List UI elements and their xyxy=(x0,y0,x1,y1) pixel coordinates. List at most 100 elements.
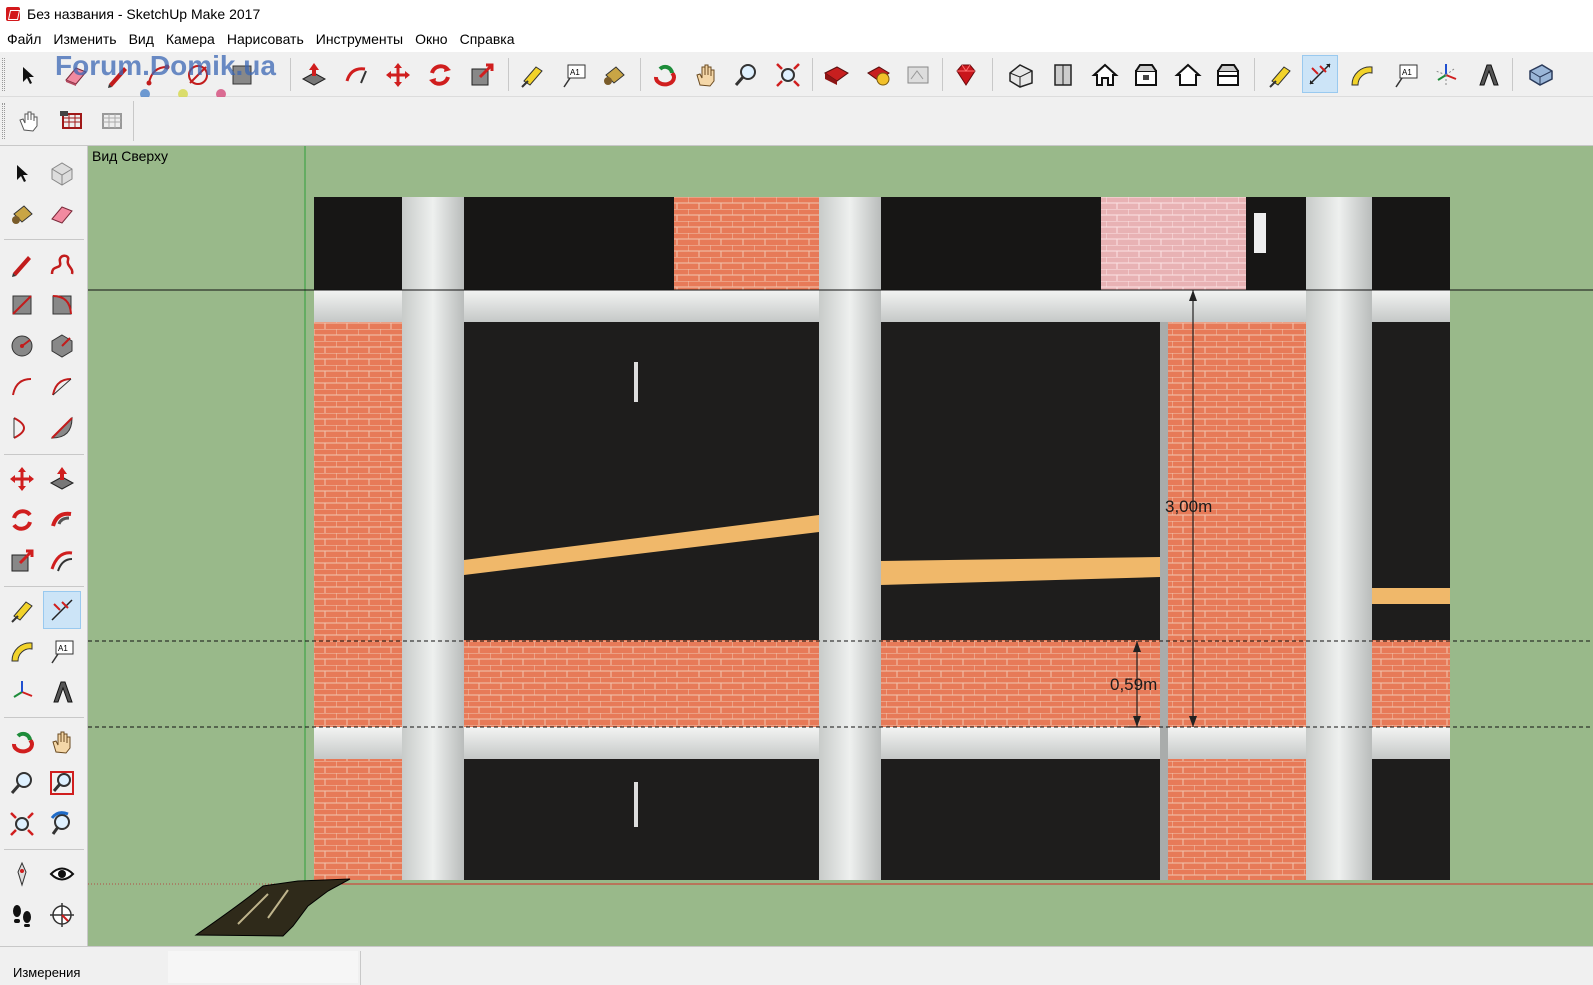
pie-icon[interactable] xyxy=(43,409,81,447)
text-icon[interactable]: A1 xyxy=(556,56,592,94)
toolbar-separator xyxy=(992,58,993,91)
zoom-extents-icon[interactable] xyxy=(3,805,41,843)
zoom-window-icon[interactable] xyxy=(43,764,81,802)
protractor-icon[interactable] xyxy=(3,632,41,670)
toolbar-grip[interactable] xyxy=(2,58,5,91)
select-icon[interactable] xyxy=(3,154,41,192)
palette-separator xyxy=(4,849,84,850)
toolbar-separator xyxy=(640,58,641,91)
push-pull-icon[interactable] xyxy=(296,56,332,94)
pan-icon[interactable] xyxy=(43,723,81,761)
zoom-icon[interactable] xyxy=(3,764,41,802)
extension-warehouse-icon[interactable] xyxy=(860,56,896,94)
status-hint-area xyxy=(168,951,358,983)
position-camera-icon[interactable] xyxy=(3,855,41,893)
menu-help[interactable]: Справка xyxy=(454,27,521,52)
3d-text-icon[interactable] xyxy=(43,673,81,711)
rectangle-icon[interactable] xyxy=(3,286,41,324)
toolbar-grip[interactable] xyxy=(2,103,5,139)
toolbar-separator xyxy=(1254,58,1255,91)
tape-measure-icon[interactable] xyxy=(514,56,550,94)
move-icon[interactable] xyxy=(380,56,416,94)
svg-text:A1: A1 xyxy=(58,644,68,653)
dimension-icon[interactable] xyxy=(43,591,81,629)
tape-measure-icon[interactable] xyxy=(3,591,41,629)
rotate-icon[interactable] xyxy=(422,56,458,94)
section-plane-icon[interactable] xyxy=(43,896,81,934)
follow-me-icon[interactable] xyxy=(43,501,81,539)
model-viewport[interactable]: Вид Сверху 3,00m 0,59m xyxy=(88,146,1593,946)
measurements-label: Измерения xyxy=(13,965,81,980)
top-view-icon[interactable] xyxy=(1045,56,1081,94)
select-icon[interactable] xyxy=(10,56,46,94)
axes-icon[interactable] xyxy=(3,673,41,711)
title-bar: Без названия - SketchUp Make 2017 xyxy=(0,0,1593,27)
protractor-icon[interactable] xyxy=(1344,56,1380,94)
ruby-icon[interactable] xyxy=(948,56,984,94)
sketchup-logo-icon xyxy=(6,6,20,21)
offset-icon[interactable] xyxy=(43,542,81,580)
secondary-toolbar xyxy=(0,97,1593,146)
menu-window[interactable]: Окно xyxy=(409,27,454,52)
front-view-icon[interactable] xyxy=(1087,56,1123,94)
paint-bucket-icon[interactable] xyxy=(3,195,41,233)
scale-icon[interactable] xyxy=(3,542,41,580)
scale-icon[interactable] xyxy=(464,56,500,94)
iso-view-icon[interactable] xyxy=(1003,56,1039,94)
walk-icon[interactable] xyxy=(3,896,41,934)
tool-palette: A1 xyxy=(0,146,88,946)
paint-bucket-icon[interactable] xyxy=(596,56,632,94)
section-icon[interactable] xyxy=(1522,56,1558,94)
zoom-icon[interactable] xyxy=(728,56,764,94)
make-component-icon[interactable] xyxy=(43,154,81,192)
dimension-label-sill[interactable]: 0,59m xyxy=(1110,675,1157,695)
dimension-icon[interactable] xyxy=(1302,55,1338,93)
3d-text-icon[interactable] xyxy=(1470,56,1506,94)
menu-view[interactable]: Вид xyxy=(123,27,160,52)
push-pull-icon[interactable] xyxy=(43,460,81,498)
menu-edit[interactable]: Изменить xyxy=(47,27,122,52)
look-around-icon[interactable] xyxy=(43,855,81,893)
move-icon[interactable] xyxy=(3,460,41,498)
line-icon[interactable] xyxy=(3,245,41,283)
circle-icon[interactable] xyxy=(3,327,41,365)
photo-match-icon[interactable] xyxy=(54,101,90,139)
follow-me-icon[interactable] xyxy=(338,56,374,94)
menu-file[interactable]: Файл xyxy=(1,27,47,52)
axes-icon[interactable] xyxy=(1428,56,1464,94)
warehouse-icon[interactable] xyxy=(818,56,854,94)
previous-view-icon[interactable] xyxy=(43,805,81,843)
toolbar-separator xyxy=(812,58,813,91)
rotate-icon[interactable] xyxy=(3,501,41,539)
arc-icon[interactable] xyxy=(3,368,41,406)
photo-match-grid-icon[interactable] xyxy=(94,101,130,139)
zoom-extents-icon[interactable] xyxy=(770,56,806,94)
back-view-icon[interactable] xyxy=(1170,56,1206,94)
left-view-icon[interactable] xyxy=(1210,56,1246,94)
layout-icon[interactable] xyxy=(900,56,936,94)
toolbar-separator xyxy=(290,58,291,91)
two-point-arc-icon[interactable] xyxy=(43,368,81,406)
text-icon[interactable]: A1 xyxy=(1388,56,1424,94)
viewport-overlay xyxy=(88,146,1593,937)
three-point-arc-icon[interactable] xyxy=(3,409,41,447)
hand-icon[interactable] xyxy=(12,101,48,139)
pan-icon[interactable] xyxy=(688,56,724,94)
right-view-icon[interactable] xyxy=(1128,56,1164,94)
text-icon[interactable]: A1 xyxy=(43,632,81,670)
eraser-icon[interactable] xyxy=(43,195,81,233)
rotated-rectangle-icon[interactable] xyxy=(43,286,81,324)
polygon-icon[interactable] xyxy=(43,327,81,365)
freehand-icon[interactable] xyxy=(43,245,81,283)
dimension-label-height[interactable]: 3,00m xyxy=(1165,497,1212,517)
tape-measure-icon[interactable] xyxy=(1262,56,1298,94)
orbit-icon[interactable] xyxy=(646,56,682,94)
sketchup-window: Без названия - SketchUp Make 2017 Файл И… xyxy=(0,0,1593,985)
palette-separator xyxy=(4,717,84,718)
menu-camera[interactable]: Камера xyxy=(160,27,221,52)
orbit-icon[interactable] xyxy=(3,723,41,761)
window-title: Без названия - SketchUp Make 2017 xyxy=(27,5,261,22)
menu-tools[interactable]: Инструменты xyxy=(310,27,409,52)
menu-draw[interactable]: Нарисовать xyxy=(221,27,310,52)
menu-bar: Файл Изменить Вид Камера Нарисовать Инст… xyxy=(0,27,1593,52)
